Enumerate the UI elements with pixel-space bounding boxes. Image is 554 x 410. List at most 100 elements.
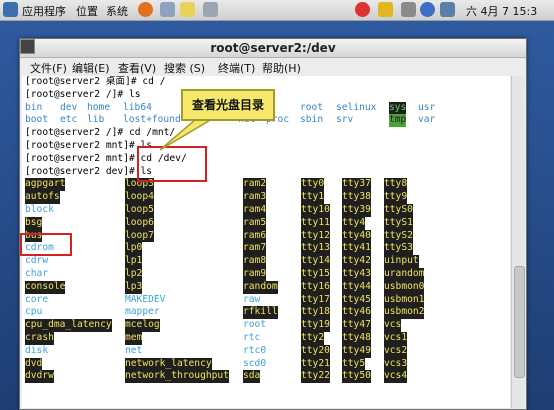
dev-entry: lp1 bbox=[125, 255, 143, 268]
dev-entry: crash bbox=[25, 332, 54, 345]
dev-entry: cpu bbox=[25, 306, 43, 318]
software-icon[interactable] bbox=[203, 2, 218, 17]
firefox-icon[interactable] bbox=[138, 2, 153, 17]
dev-entry: tty42 bbox=[342, 255, 371, 268]
menu-help[interactable]: 帮助(H) bbox=[262, 60, 301, 76]
scrollbar-thumb[interactable] bbox=[514, 266, 525, 378]
menu-search[interactable]: 搜索 (S) bbox=[164, 60, 205, 76]
dev-entry: lp2 bbox=[125, 268, 143, 281]
dev-entry: tty17 bbox=[301, 293, 330, 307]
network-icon[interactable] bbox=[440, 2, 455, 17]
window-title: root@server2:/dev bbox=[210, 41, 336, 55]
dev-entry: tty43 bbox=[342, 268, 371, 281]
dir-entry: selinux bbox=[336, 101, 377, 113]
dev-entry: ram5 bbox=[243, 216, 267, 230]
top-panel: 应用程序 位置 系统 六 4月 7 15:3 bbox=[0, 0, 554, 21]
dev-entry: tty2 bbox=[301, 332, 325, 345]
notes-icon[interactable] bbox=[180, 2, 195, 17]
scrollbar[interactable] bbox=[511, 76, 525, 408]
dev-entry: tty1 bbox=[301, 191, 325, 204]
dev-entry: tty46 bbox=[342, 306, 371, 320]
dir-entry: sys bbox=[389, 101, 407, 115]
dev-entry: tty4 bbox=[342, 216, 366, 230]
dev-entry: tty21 bbox=[301, 357, 330, 371]
menu-file[interactable]: 文件(F) bbox=[30, 60, 67, 76]
dev-entry: usbmon2 bbox=[384, 306, 425, 320]
dev-entry: tty9 bbox=[384, 191, 408, 204]
dev-entry: tty15 bbox=[301, 268, 330, 281]
dev-entry: tty38 bbox=[342, 191, 371, 204]
dev-entry: tty0 bbox=[301, 178, 325, 192]
dev-entry: core bbox=[25, 293, 49, 305]
dev-entry: dvdrw bbox=[25, 370, 54, 384]
dir-entry: boot bbox=[25, 114, 49, 126]
alert-icon[interactable] bbox=[378, 2, 393, 17]
dev-entry: sda bbox=[243, 370, 261, 384]
volume-icon[interactable] bbox=[401, 2, 416, 17]
dev-entry: disk bbox=[25, 344, 49, 356]
dev-entry: loop4 bbox=[125, 191, 154, 204]
dev-entry: usbmon1 bbox=[384, 293, 425, 307]
dev-entry: ram2 bbox=[243, 178, 267, 192]
terminal-output[interactable]: [root@server2 桌面]# cd / [root@server2 /]… bbox=[22, 76, 510, 408]
dev-entry: rtc bbox=[243, 332, 261, 343]
dev-entry: tty47 bbox=[342, 319, 371, 332]
clock[interactable]: 六 4月 7 15:3 bbox=[466, 3, 537, 19]
menu-edit[interactable]: 编辑(E) bbox=[72, 60, 110, 76]
dev-entry: tty11 bbox=[301, 216, 330, 230]
dir-entry: root bbox=[300, 101, 324, 113]
terminal-line: [root@server2 dev]# ls bbox=[25, 165, 153, 177]
dev-entry: loop7 bbox=[125, 229, 154, 243]
dev-entry: vcs bbox=[384, 319, 402, 332]
dev-entry: mapper bbox=[125, 306, 160, 318]
dev-entry: lp0 bbox=[125, 242, 143, 256]
dir-entry: usr bbox=[418, 101, 436, 113]
dev-entry: ram7 bbox=[243, 242, 267, 256]
dev-entry: tty8 bbox=[384, 178, 408, 192]
dev-entry: ram8 bbox=[243, 255, 267, 268]
dev-entry: network_throughput bbox=[125, 370, 229, 384]
terminal-line: [root@server2 桌面]# cd / bbox=[25, 76, 166, 87]
dir-entry: lost+found bbox=[123, 114, 181, 126]
menu-terminal[interactable]: 终端(T) bbox=[218, 60, 255, 76]
dev-entry: tty12 bbox=[301, 229, 330, 243]
dev-entry: cpu_dma_latency bbox=[25, 319, 112, 332]
update-icon[interactable] bbox=[355, 2, 370, 17]
dev-entry: tty41 bbox=[342, 242, 371, 256]
dir-entry: srv bbox=[336, 114, 354, 126]
dev-entry: vcs4 bbox=[384, 370, 408, 384]
dev-entry: urandom bbox=[384, 268, 425, 281]
applications-menu[interactable]: 应用程序 bbox=[22, 3, 66, 19]
places-menu[interactable]: 位置 bbox=[76, 3, 98, 19]
dev-entry: uinput bbox=[384, 255, 419, 268]
system-menu[interactable]: 系统 bbox=[106, 3, 128, 19]
dev-entry: agpgart bbox=[25, 178, 66, 192]
dev-entry: tty48 bbox=[342, 332, 371, 345]
terminal-line: [root@server2 /]# cd /mnt/ bbox=[25, 127, 176, 139]
dev-entry: vcs3 bbox=[384, 357, 408, 371]
dev-entry: tty16 bbox=[301, 280, 330, 294]
dev-entry: rfkill bbox=[243, 306, 278, 320]
dev-entry: random bbox=[243, 280, 278, 294]
terminal-line: [root@server2 /]# ls bbox=[25, 88, 141, 100]
dev-entry: tty22 bbox=[301, 370, 330, 384]
dev-entry: ram9 bbox=[243, 268, 267, 281]
dev-entry: usbmon0 bbox=[384, 280, 425, 294]
menu-view[interactable]: 查看(V) bbox=[118, 60, 156, 76]
dev-entry: mem bbox=[125, 332, 143, 345]
dir-entry: etc bbox=[60, 114, 78, 126]
dev-entry: vcs1 bbox=[384, 332, 408, 345]
dev-entry: char bbox=[25, 268, 49, 279]
bluetooth-icon[interactable] bbox=[420, 2, 435, 17]
dev-entry: ttyS3 bbox=[384, 242, 413, 256]
dev-entry: cdrw bbox=[25, 255, 49, 267]
dev-entry: vcs2 bbox=[384, 344, 408, 358]
dev-entry: mcelog bbox=[125, 319, 160, 332]
applications-icon[interactable] bbox=[3, 2, 18, 17]
dev-entry: tty44 bbox=[342, 280, 371, 294]
dev-entry: ttyS1 bbox=[384, 216, 413, 230]
window-titlebar[interactable]: root@server2:/dev bbox=[20, 39, 526, 58]
dev-entry: tty45 bbox=[342, 293, 371, 307]
mail-icon[interactable] bbox=[160, 2, 175, 17]
dev-entry: block bbox=[25, 204, 54, 215]
